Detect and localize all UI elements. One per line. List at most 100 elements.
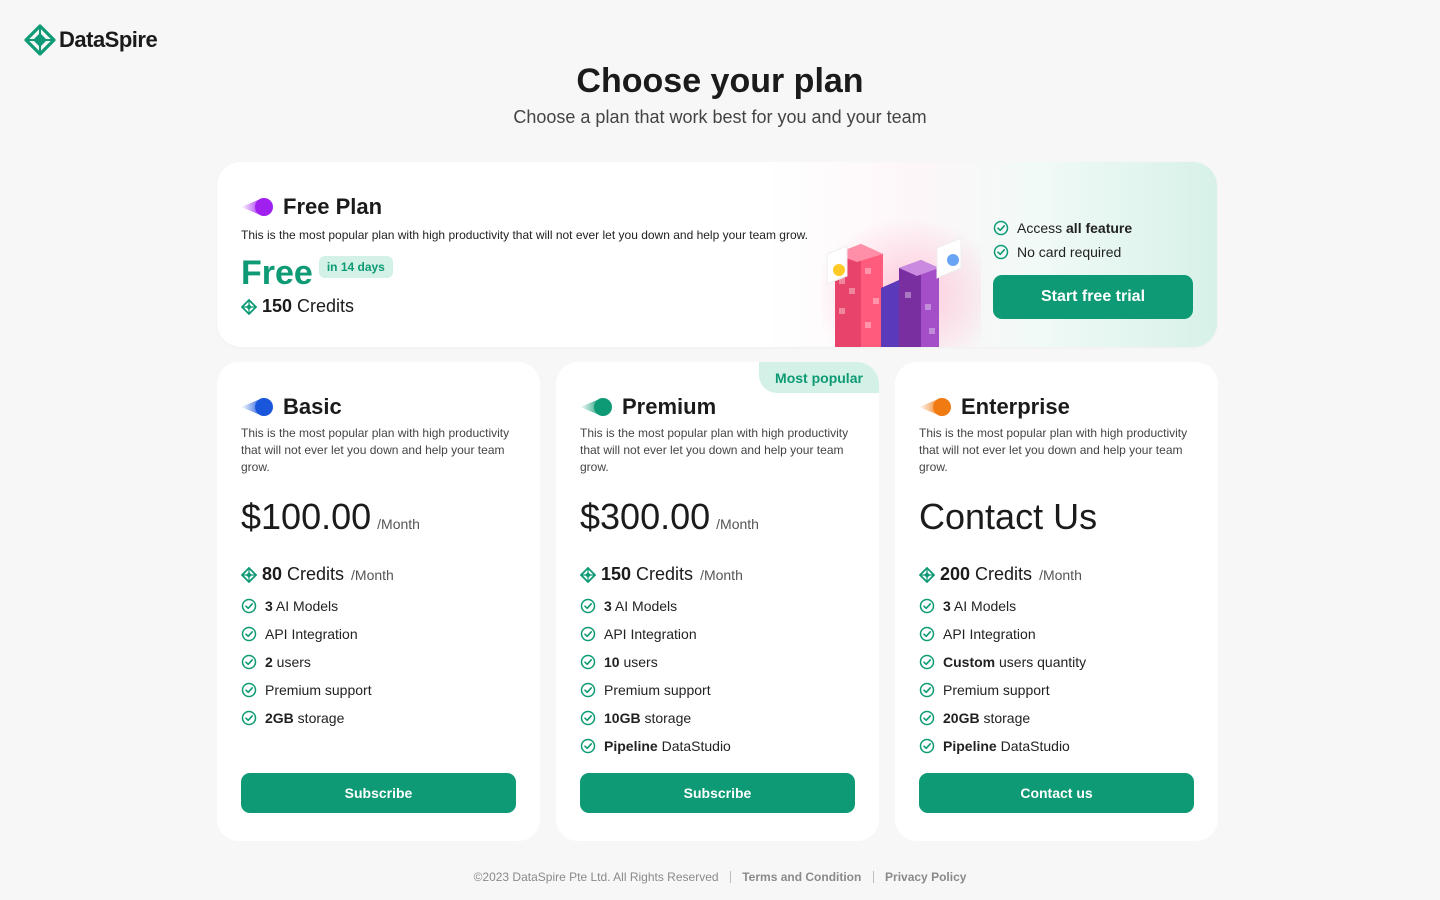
diamond-credit-icon bbox=[241, 566, 257, 583]
feature-item: 3 AI Models bbox=[580, 592, 731, 620]
credits-label: Credits bbox=[975, 564, 1033, 584]
feature-item: No card required bbox=[993, 240, 1132, 264]
check-circle-icon bbox=[580, 654, 596, 670]
free-plan-description: This is the most popular plan with high … bbox=[241, 228, 808, 242]
credits-count: 150 bbox=[601, 564, 632, 584]
privacy-link[interactable]: Privacy Policy bbox=[885, 870, 966, 884]
feature-list: 3 AI Models API Integration Custom users… bbox=[919, 592, 1086, 760]
check-circle-icon bbox=[241, 598, 257, 614]
brand-logo[interactable]: DataSpire bbox=[24, 24, 158, 56]
check-circle-icon bbox=[580, 598, 596, 614]
diamond-logo-icon bbox=[24, 24, 56, 56]
check-circle-icon bbox=[580, 626, 596, 642]
feature-text: 3 AI Models bbox=[943, 598, 1017, 614]
feature-text: 3 AI Models bbox=[265, 598, 339, 614]
free-plan-name: Free Plan bbox=[283, 194, 383, 219]
premium-plan-header: Premium bbox=[580, 394, 716, 420]
feature-item: Premium support bbox=[580, 676, 731, 704]
diamond-credit-icon bbox=[241, 298, 257, 315]
check-circle-icon bbox=[993, 220, 1009, 236]
feature-item: Pipeline DataStudio bbox=[919, 732, 1086, 760]
feature-text: API Integration bbox=[943, 626, 1036, 642]
feature-item: Premium support bbox=[241, 676, 372, 704]
plan-name: Basic bbox=[283, 394, 342, 419]
footer-divider bbox=[729, 871, 731, 883]
check-circle-icon bbox=[580, 710, 596, 726]
check-circle-icon bbox=[919, 654, 935, 670]
free-price-row: Free in 14 days bbox=[241, 254, 393, 293]
free-price: Free bbox=[241, 254, 313, 292]
plan-description: This is the most popular plan with high … bbox=[580, 426, 849, 474]
free-credits: 150 Credits bbox=[241, 296, 354, 317]
footer: ©2023 DataSpire Pte Ltd. All Rights Rese… bbox=[0, 870, 1440, 884]
comet-icon bbox=[241, 198, 273, 216]
feature-item: 2GB storage bbox=[241, 704, 372, 732]
free-credits-count: 150 bbox=[262, 296, 293, 316]
check-circle-icon bbox=[993, 244, 1009, 260]
feature-item: 3 AI Models bbox=[919, 592, 1086, 620]
diamond-credit-icon bbox=[919, 566, 935, 583]
check-circle-icon bbox=[919, 682, 935, 698]
feature-text: Access all feature bbox=[1017, 220, 1133, 236]
credits-count: 200 bbox=[940, 564, 971, 584]
feature-item: Custom users quantity bbox=[919, 648, 1086, 676]
feature-text: 3 AI Models bbox=[604, 598, 678, 614]
most-popular-badge: Most popular bbox=[759, 362, 879, 393]
feature-item: API Integration bbox=[919, 620, 1086, 648]
check-circle-icon bbox=[919, 598, 935, 614]
check-circle-icon bbox=[580, 738, 596, 754]
price-row: Contact Us bbox=[919, 496, 1097, 538]
subscribe-basic-button[interactable]: Subscribe bbox=[241, 773, 516, 813]
credits-row: 150 Credits /Month bbox=[580, 564, 743, 585]
basic-plan-header: Basic bbox=[241, 394, 342, 420]
credits-label: Credits bbox=[287, 564, 345, 584]
feature-text: Premium support bbox=[943, 682, 1050, 698]
price-period: /Month bbox=[716, 516, 759, 532]
plan-name: Enterprise bbox=[961, 394, 1070, 419]
feature-item: 10GB storage bbox=[580, 704, 731, 732]
check-circle-icon bbox=[580, 682, 596, 698]
plan-price: $300.00 bbox=[580, 496, 711, 537]
start-free-trial-button[interactable]: Start free trial bbox=[993, 275, 1193, 319]
price-row: $300.00 /Month bbox=[580, 496, 759, 538]
diamond-credit-icon bbox=[580, 566, 596, 583]
plan-description: This is the most popular plan with high … bbox=[919, 426, 1188, 474]
check-circle-icon bbox=[241, 682, 257, 698]
feature-text: No card required bbox=[1017, 244, 1122, 260]
buildings-illustration bbox=[821, 218, 981, 347]
comet-icon bbox=[241, 398, 273, 416]
feature-text: Custom users quantity bbox=[943, 654, 1087, 670]
feature-item: API Integration bbox=[241, 620, 372, 648]
terms-link[interactable]: Terms and Condition bbox=[742, 870, 861, 884]
price-period: /Month bbox=[377, 516, 420, 532]
feature-item: 3 AI Models bbox=[241, 592, 372, 620]
plan-description: This is the most popular plan with high … bbox=[241, 426, 510, 474]
free-plan-features: Access all feature No card required bbox=[993, 216, 1132, 264]
enterprise-plan-header: Enterprise bbox=[919, 394, 1070, 420]
trial-duration-badge: in 14 days bbox=[318, 256, 393, 278]
check-circle-icon bbox=[919, 738, 935, 754]
feature-item: 10 users bbox=[580, 648, 731, 676]
feature-text: Pipeline DataStudio bbox=[943, 738, 1070, 754]
credits-period: /Month bbox=[351, 566, 394, 583]
basic-plan-card: Basic This is the most popular plan with… bbox=[217, 362, 540, 841]
footer-divider bbox=[872, 871, 874, 883]
feature-text: 10GB storage bbox=[604, 710, 692, 726]
page-title: Choose your plan bbox=[576, 62, 864, 100]
plan-price: $100.00 bbox=[241, 496, 372, 537]
feature-item: Pipeline DataStudio bbox=[580, 732, 731, 760]
contact-us-button[interactable]: Contact us bbox=[919, 773, 1194, 813]
comet-icon bbox=[919, 398, 951, 416]
enterprise-plan-card: Enterprise This is the most popular plan… bbox=[895, 362, 1218, 841]
free-credits-label: Credits bbox=[297, 296, 355, 316]
feature-item: 2 users bbox=[241, 648, 372, 676]
check-circle-icon bbox=[241, 654, 257, 670]
feature-text: 10 users bbox=[604, 654, 658, 670]
check-circle-icon bbox=[241, 710, 257, 726]
feature-list: 3 AI Models API Integration 2 users Prem… bbox=[241, 592, 372, 732]
feature-text: 2GB storage bbox=[265, 710, 345, 726]
plan-name: Premium bbox=[622, 394, 717, 419]
comet-icon bbox=[580, 398, 612, 416]
subscribe-premium-button[interactable]: Subscribe bbox=[580, 773, 855, 813]
feature-list: 3 AI Models API Integration 10 users Pre… bbox=[580, 592, 731, 760]
